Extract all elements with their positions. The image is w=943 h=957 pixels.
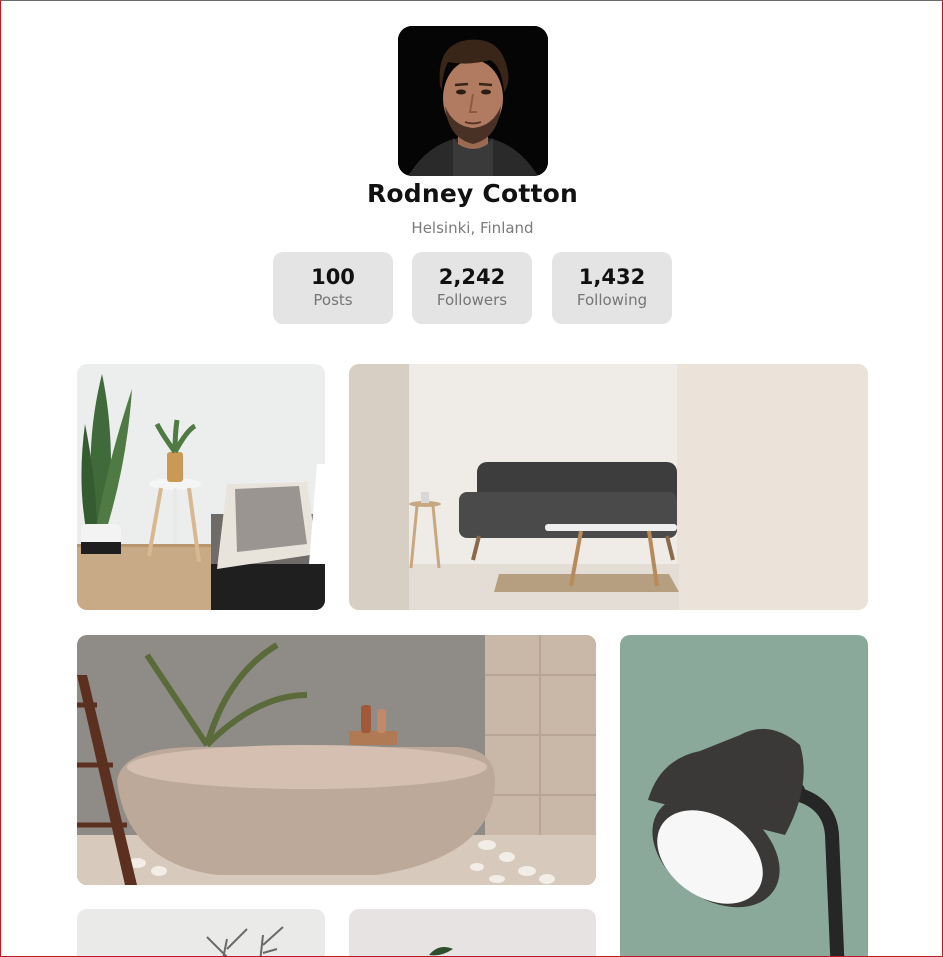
gallery-item-dark-sofa[interactable] [349, 364, 868, 610]
gallery-image [77, 909, 325, 956]
gallery-item-desk-lamp[interactable] [620, 635, 868, 956]
stat-value: 100 [311, 265, 355, 289]
gallery-image [77, 364, 325, 610]
page-frame: Rodney Cotton Helsinki, Finland 100 Post… [0, 0, 943, 957]
stat-followers[interactable]: 2,242 Followers [412, 252, 532, 324]
profile-name: Rodney Cotton [366, 179, 579, 208]
gallery-item-living-room-plant[interactable] [77, 364, 325, 610]
stat-label: Followers [436, 291, 508, 309]
gallery-item-bathtub[interactable] [77, 635, 596, 885]
stat-label: Posts [313, 291, 353, 309]
stat-value: 2,242 [438, 265, 506, 289]
stat-label: Following [576, 291, 648, 309]
profile-location: Helsinki, Finland [411, 219, 534, 237]
gallery-image [349, 909, 596, 956]
stat-value: 1,432 [578, 265, 646, 289]
gallery-item-branches[interactable] [77, 909, 325, 956]
profile-photo [398, 26, 548, 176]
gallery-image [77, 635, 596, 885]
gallery-item-plant[interactable] [349, 909, 596, 956]
avatar[interactable] [398, 26, 548, 176]
gallery-image [349, 364, 868, 610]
stat-posts[interactable]: 100 Posts [273, 252, 393, 324]
gallery-image [620, 635, 868, 956]
stat-following[interactable]: 1,432 Following [552, 252, 672, 324]
